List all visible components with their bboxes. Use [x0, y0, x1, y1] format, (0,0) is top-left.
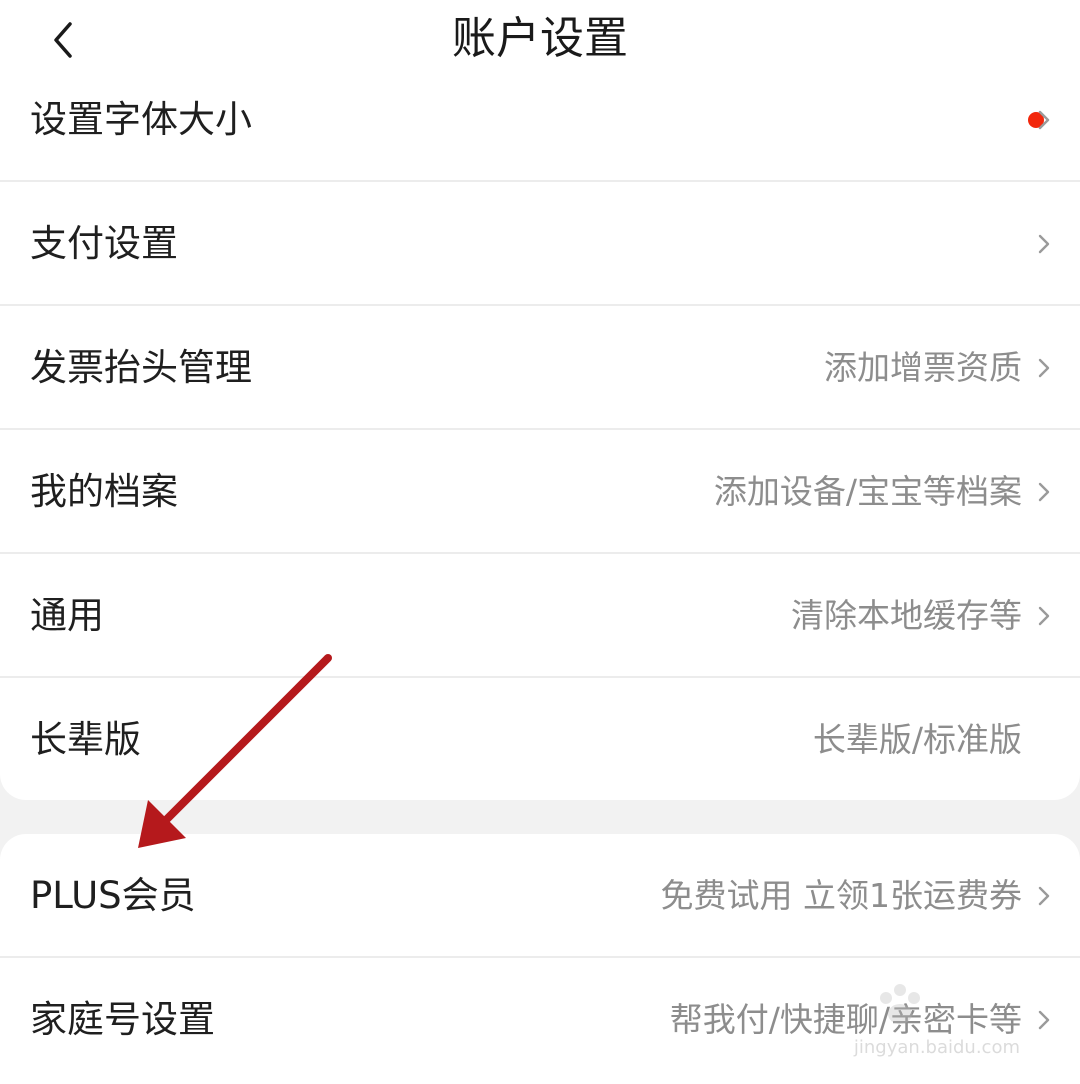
row-font-size[interactable]: 设置字体大小 — [0, 58, 1080, 182]
row-payment-settings[interactable]: 支付设置 — [0, 182, 1080, 306]
row-value: 长辈版/标准版 — [812, 720, 1022, 759]
row-label: 长辈版 — [30, 718, 141, 761]
row-label: 家庭号设置 — [30, 998, 215, 1041]
row-value: 清除本地缓存等 — [791, 596, 1022, 635]
chevron-right-icon — [1036, 106, 1052, 134]
header-cover: 账户设置 — [0, 0, 1080, 64]
row-label: 发票抬头管理 — [30, 346, 252, 389]
row-value: 添加增票资质 — [824, 348, 1022, 387]
row-general[interactable]: 通用 清除本地缓存等 — [0, 554, 1080, 678]
settings-group-1: 设置字体大小 支付设置 发票抬头管理 添加增票资质 我的档案 添加设备/宝宝等档… — [0, 58, 1080, 800]
chevron-right-icon — [1036, 882, 1052, 910]
chevron-right-icon — [1036, 478, 1052, 506]
row-elder-mode[interactable]: 长辈版 长辈版/标准版 — [0, 678, 1080, 802]
row-label: 支付设置 — [30, 222, 178, 265]
page-title: 账户设置 — [452, 13, 628, 64]
row-value: 添加设备/宝宝等档案 — [713, 472, 1022, 511]
row-invoice-title[interactable]: 发票抬头管理 添加增票资质 — [0, 306, 1080, 430]
row-label: PLUS会员 — [30, 874, 196, 917]
chevron-right-icon — [1036, 602, 1052, 630]
chevron-right-icon — [1036, 1006, 1052, 1034]
row-value: 帮我付/快捷聊/亲密卡等 — [669, 1000, 1022, 1039]
row-label: 我的档案 — [30, 470, 178, 513]
chevron-right-icon — [1036, 230, 1052, 258]
row-family-account[interactable]: 家庭号设置 帮我付/快捷聊/亲密卡等 — [0, 958, 1080, 1082]
row-my-profile[interactable]: 我的档案 添加设备/宝宝等档案 — [0, 430, 1080, 554]
row-plus-member[interactable]: PLUS会员 免费试用 立领1张运费券 — [0, 834, 1080, 958]
row-value: 免费试用 立领1张运费券 — [660, 876, 1023, 915]
row-label: 设置字体大小 — [30, 98, 252, 141]
chevron-right-icon — [1036, 354, 1052, 382]
row-label: 通用 — [30, 594, 104, 637]
settings-group-2: PLUS会员 免费试用 立领1张运费券 家庭号设置 帮我付/快捷聊/亲密卡等 — [0, 834, 1080, 1084]
